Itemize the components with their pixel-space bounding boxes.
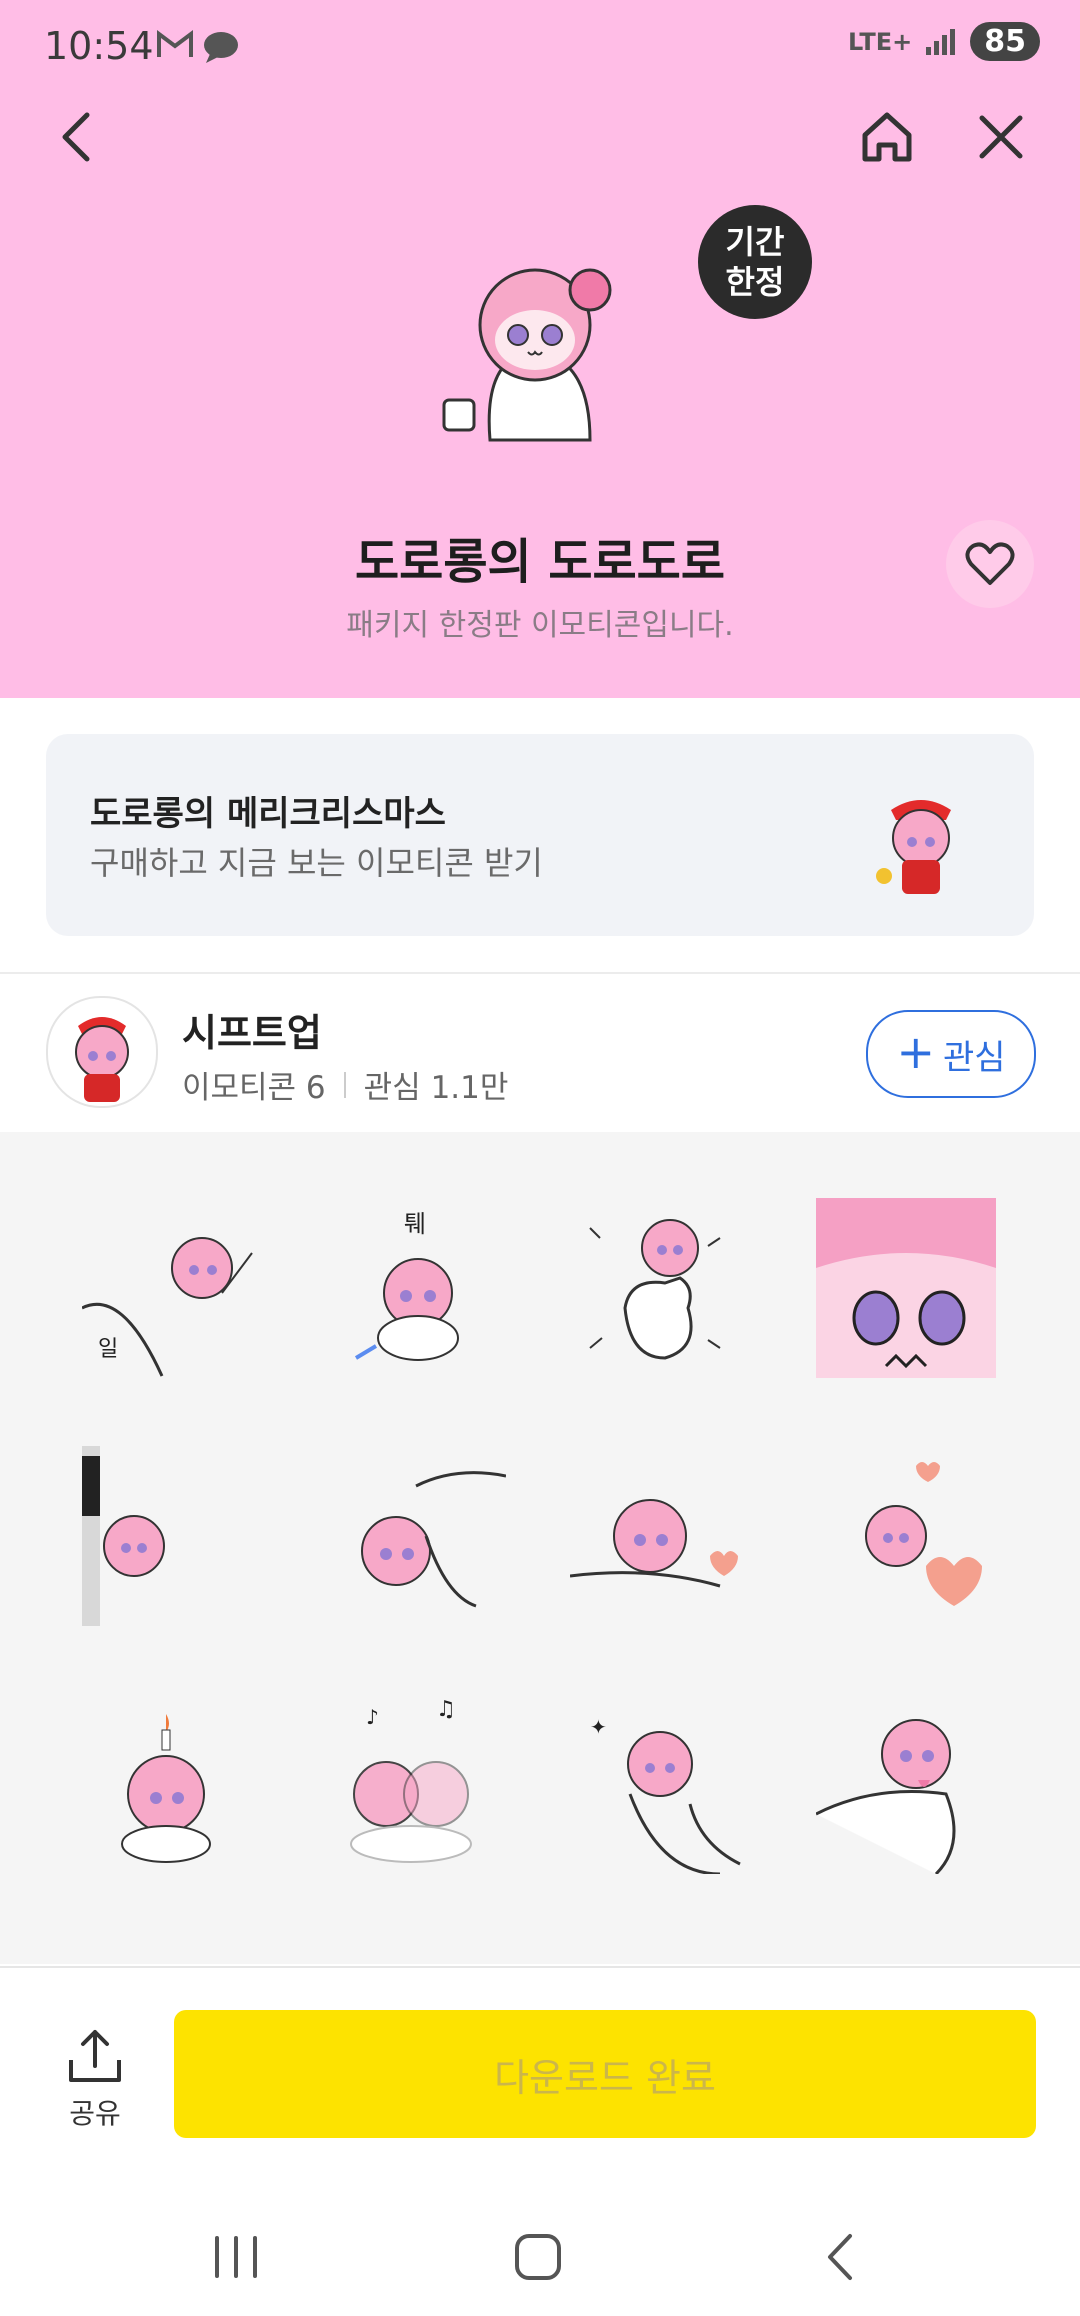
promo-title: 도로롱의 메리크리스마스 — [90, 794, 446, 834]
emoticon-count: 이모티콘 6 — [182, 1070, 326, 1106]
section-divider — [0, 972, 1080, 974]
emoticon-item[interactable] — [82, 1446, 262, 1626]
limited-time-badge: 기간 한정 — [698, 205, 812, 319]
status-notification-icons — [156, 30, 240, 64]
interest-count: 관심 1.1만 — [363, 1070, 509, 1106]
back-nav-button[interactable] — [800, 2222, 880, 2292]
promo-banner[interactable]: 도로롱의 메리크리스마스 구매하고 지금 보는 이모티콘 받기 — [46, 734, 1034, 936]
follow-button[interactable]: + 관심 — [866, 1010, 1036, 1098]
emoticon-item[interactable] — [816, 1198, 996, 1378]
svg-text:♫: ♫ — [436, 1697, 456, 1722]
home-square-icon — [515, 2234, 561, 2280]
home-nav-button[interactable] — [498, 2222, 578, 2292]
author-avatar[interactable] — [46, 996, 158, 1108]
signal-icon — [926, 28, 956, 55]
back-button[interactable] — [42, 102, 112, 172]
emoticon-item[interactable]: 퉤 — [326, 1198, 506, 1378]
close-icon — [979, 115, 1023, 159]
sticker-text: 일 — [98, 1337, 118, 1362]
emoticon-item[interactable] — [815, 1694, 996, 1876]
status-right: LTE+ 85 — [848, 22, 1040, 61]
sticker-text: 퉤 — [404, 1210, 426, 1238]
status-bar: 10:54 LTE+ 85 — [0, 0, 1080, 96]
emoticon-item[interactable] — [570, 1198, 750, 1378]
chevron-left-icon — [62, 112, 90, 162]
recent-apps-button[interactable] — [196, 2222, 276, 2292]
emoticon-item[interactable]: ✦ — [570, 1694, 750, 1876]
hero-emoticon-image — [430, 240, 640, 450]
chat-bubble-icon — [204, 32, 238, 63]
close-button[interactable] — [966, 102, 1036, 172]
plus-icon: + — [896, 1025, 935, 1079]
download-button[interactable]: 다운로드 완료 — [174, 2010, 1036, 2138]
emoticon-item[interactable] — [816, 1446, 996, 1626]
like-button[interactable] — [946, 520, 1034, 608]
promo-subtitle: 구매하고 지금 보는 이모티콘 받기 — [90, 844, 543, 882]
author-stats: 이모티콘 6 관심 1.1만 — [182, 1062, 508, 1107]
package-title: 도로롱의 도로도로 — [355, 534, 725, 590]
share-label: 공유 — [69, 2097, 121, 2130]
recent-apps-icon — [215, 2236, 257, 2278]
badge-line1: 기간 — [725, 223, 785, 261]
emoticon-item[interactable] — [326, 1446, 507, 1626]
home-icon — [862, 112, 912, 162]
share-icon — [69, 2030, 121, 2082]
status-time: 10:54 — [44, 24, 154, 68]
stats-separator — [343, 1071, 346, 1098]
system-nav-bar — [0, 2196, 1080, 2316]
battery-level: 85 — [970, 22, 1040, 61]
bottom-action-bar: 공유 다운로드 완료 — [0, 1966, 1080, 2198]
emoticon-item[interactable]: 일 — [81, 1198, 262, 1378]
network-type: LTE+ — [848, 27, 913, 56]
back-chevron-icon — [828, 2234, 852, 2280]
svg-text:✦: ✦ — [590, 1715, 607, 1739]
emoticon-item[interactable]: ♪ ♫ — [326, 1694, 506, 1874]
package-subtitle: 패키지 한정판 이모티콘입니다. — [346, 608, 734, 643]
emoticon-item[interactable] — [569, 1446, 750, 1626]
svg-text:♪: ♪ — [366, 1705, 379, 1729]
home-button[interactable] — [852, 102, 922, 172]
badge-line2: 한정 — [725, 263, 785, 301]
share-button[interactable]: 공유 — [60, 2026, 130, 2132]
promo-emoticon-image — [866, 790, 976, 900]
gmail-icon — [157, 30, 193, 57]
heart-icon — [965, 542, 1015, 585]
emoticon-grid: 일 퉤 ♪ ♫ ✦ — [0, 1132, 1080, 1964]
emoticon-item[interactable] — [82, 1694, 262, 1874]
header: 10:54 LTE+ 85 기간 한정 도로롱의 도로도로 패키지 한정판 이모… — [0, 0, 1080, 698]
author-name[interactable]: 시프트업 — [182, 1002, 322, 1057]
follow-label: 관심 — [942, 1037, 1006, 1078]
